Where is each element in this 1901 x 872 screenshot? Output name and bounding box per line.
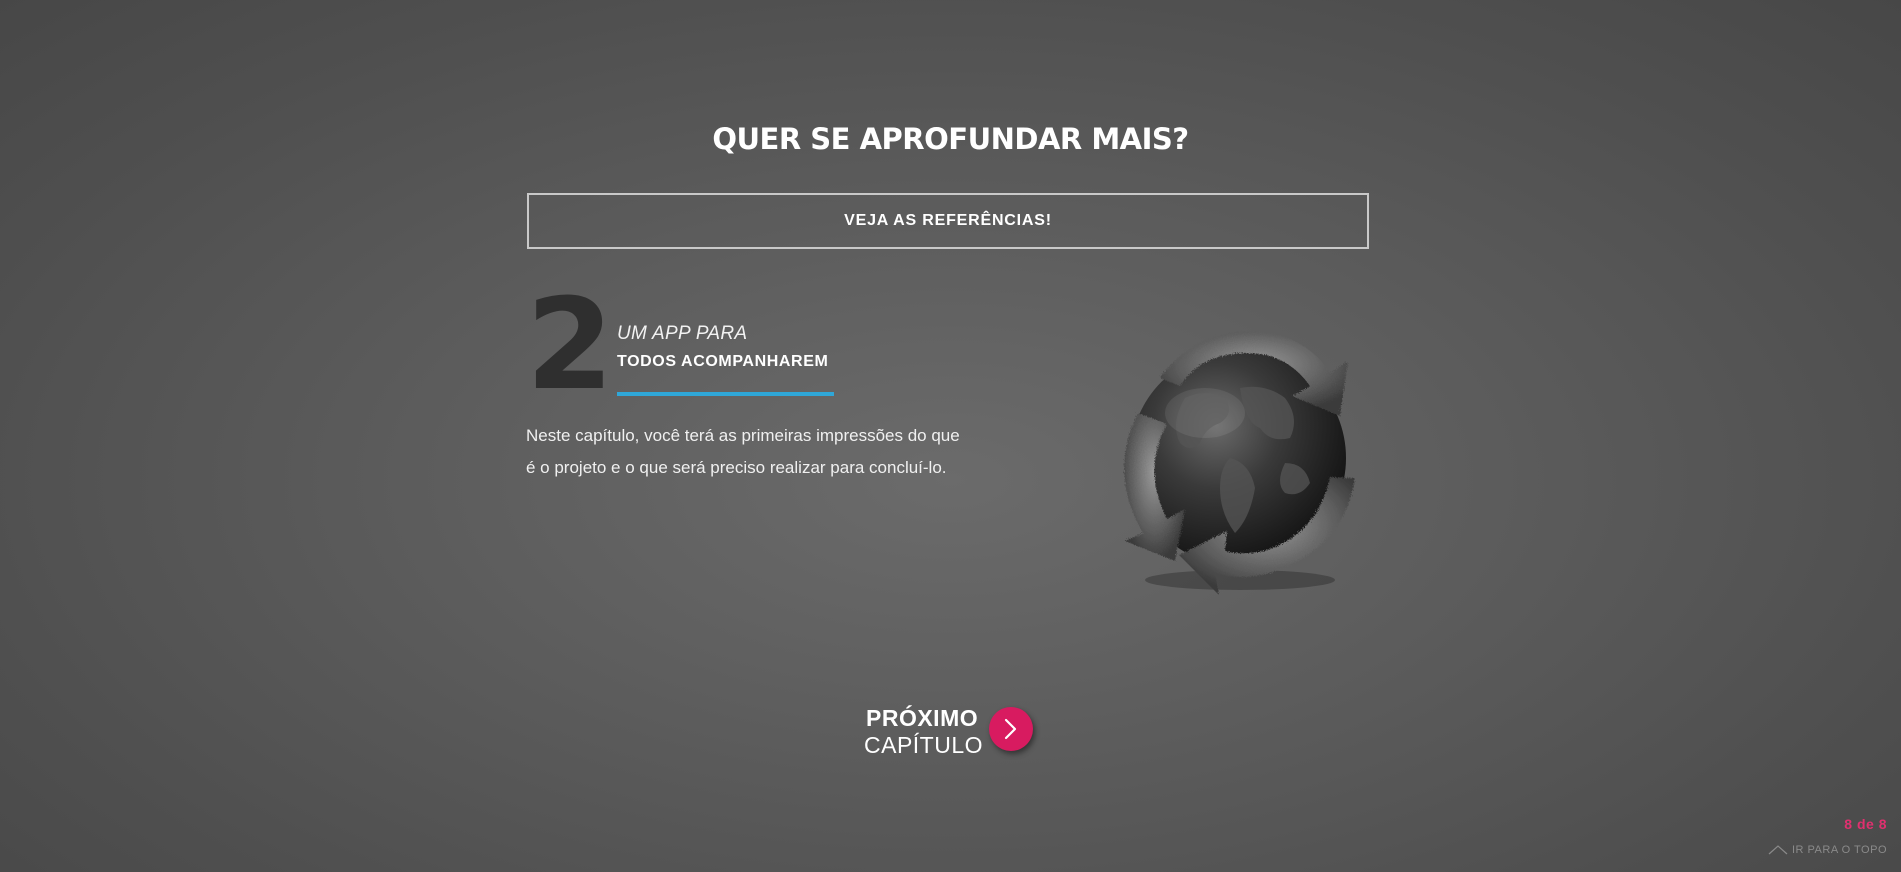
back-to-top-link[interactable]: IR PARA O TOPO [1768, 844, 1887, 856]
references-button[interactable]: VEJA AS REFERÊNCIAS! [527, 193, 1369, 249]
chapter-title-main: TODOS ACOMPANHAREM [617, 353, 829, 370]
next-chapter-circle[interactable] [989, 707, 1033, 751]
next-chapter-label-line2: CAPÍTULO [864, 732, 984, 758]
section-title: QUER SE APROFUNDAR MAIS? [712, 122, 1189, 156]
next-chapter-label-line1: PRÓXIMO [866, 705, 979, 731]
page-indicator: 8 de 8 [1844, 816, 1887, 832]
chapter-description: Neste capítulo, você terá as primeiras i… [526, 426, 960, 477]
chevron-right-icon [1004, 718, 1017, 740]
next-chapter-button[interactable]: PRÓXIMO CAPÍTULO [858, 703, 1038, 763]
back-to-top-label: IR PARA O TOPO [1791, 844, 1887, 856]
globe-recycle-icon [1090, 318, 1380, 598]
chapter-page: QUER SE APROFUNDAR MAIS? VEJA AS REFERÊN… [0, 0, 1901, 872]
chapter-title-pre: UM APP PARA [617, 323, 748, 344]
chapter-number: 2 [526, 271, 614, 418]
chevron-up-icon [1768, 845, 1788, 855]
chapter-title-underline [617, 392, 834, 396]
